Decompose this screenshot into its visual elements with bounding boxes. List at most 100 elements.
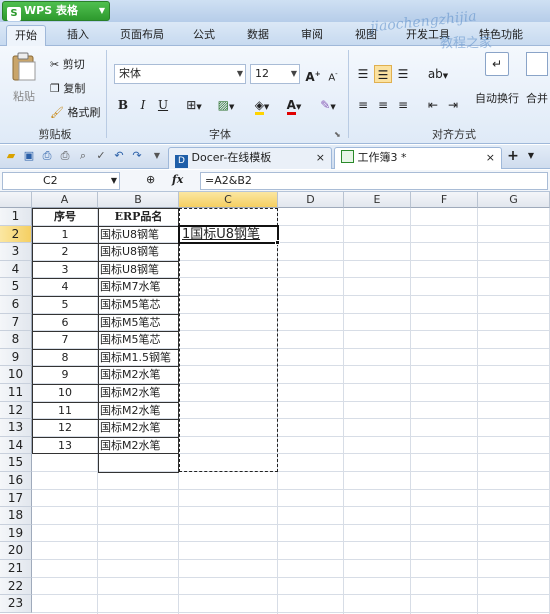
fx-button[interactable]: fx	[172, 173, 183, 186]
cell-style-icon: ▨	[217, 98, 229, 112]
column-header-b[interactable]: B	[98, 192, 179, 208]
row-header-12[interactable]: 12	[0, 401, 32, 420]
row-header-15[interactable]: 15	[0, 454, 32, 472]
fill-handle[interactable]	[275, 240, 280, 246]
shrink-font-button[interactable]: A-	[324, 65, 342, 83]
italic-button[interactable]: I	[134, 96, 152, 114]
new-tab-button[interactable]: +	[506, 149, 520, 163]
borders-button[interactable]: ⊞▼	[180, 96, 208, 114]
column-header-d[interactable]: D	[278, 192, 344, 208]
chevron-down-icon: ▼	[330, 103, 336, 111]
cell-style-button[interactable]: ▨▼	[212, 96, 240, 114]
align-center-button[interactable]: ≡	[374, 96, 392, 114]
row-header-18[interactable]: 18	[0, 507, 32, 525]
font-dialog-launcher-icon[interactable]: ⬊	[334, 130, 341, 139]
font-size-value: 12	[255, 67, 269, 80]
row-header-20[interactable]: 20	[0, 542, 32, 560]
tab-list-dropdown-icon[interactable]: ▼	[524, 149, 538, 163]
copy-button[interactable]: ❐ 复制	[50, 80, 85, 96]
align-left-button[interactable]: ≡	[354, 96, 372, 114]
column-header-c[interactable]: C	[179, 192, 278, 208]
clear-format-button[interactable]: ✎▼	[314, 96, 342, 114]
paste-label: 粘贴	[13, 90, 35, 103]
column-header-e[interactable]: E	[344, 192, 411, 208]
chevron-down-icon: ▼	[263, 103, 270, 111]
formula-input[interactable]: =A2&B2	[200, 172, 548, 190]
bold-button[interactable]: B	[114, 96, 132, 114]
grow-font-button[interactable]: A+	[304, 65, 322, 84]
row-header-1[interactable]: 1	[0, 208, 32, 226]
merge-button[interactable]: 合并	[526, 52, 550, 106]
row-header-2[interactable]: 2	[0, 225, 32, 244]
wps-logo-icon: S	[7, 7, 21, 21]
cell-c2-value[interactable]: 1国标U8钢笔	[182, 226, 278, 243]
row-header-22[interactable]: 22	[0, 577, 32, 596]
row-header-13[interactable]: 13	[0, 419, 32, 437]
close-icon[interactable]: ×	[316, 148, 325, 168]
align-right-button[interactable]: ≡	[394, 96, 412, 114]
paint-bucket-icon: ◈	[254, 98, 264, 115]
row-header-16[interactable]: 16	[0, 472, 32, 490]
row-header-23[interactable]: 23	[0, 595, 32, 613]
paste-button[interactable]: 粘贴	[8, 52, 40, 104]
tab-home[interactable]: 开始	[6, 25, 46, 46]
save-icon[interactable]: ▣	[22, 149, 36, 163]
undo-icon[interactable]: ↶	[112, 149, 126, 163]
tab-review[interactable]: 审阅	[292, 25, 332, 46]
row-header-21[interactable]: 21	[0, 560, 32, 578]
row-header-8[interactable]: 8	[0, 331, 32, 349]
column-header-f[interactable]: F	[411, 192, 478, 208]
format-painter-button[interactable]: 🖌 格式刷	[50, 104, 100, 120]
tab-insert[interactable]: 插入	[58, 25, 98, 46]
tab-page-layout[interactable]: 页面布局	[112, 25, 172, 46]
row-header-17[interactable]: 17	[0, 489, 32, 508]
row-header-3[interactable]: 3	[0, 243, 32, 261]
font-name-select[interactable]: 宋体 ▼	[114, 64, 246, 84]
align-middle-button[interactable]: ☰	[374, 65, 392, 83]
tab-data[interactable]: 数据	[238, 25, 278, 46]
ribbon: 粘贴 ✂ 剪切 ❐ 复制 🖌 格式刷 剪贴板 宋体 ▼ 12 ▼ A+ A- B I…	[0, 46, 550, 144]
tab-docer-templates[interactable]: D Docer-在线模板 ×	[168, 147, 332, 169]
row-header-7[interactable]: 7	[0, 313, 32, 332]
tab-formulas[interactable]: 公式	[184, 25, 224, 46]
increase-indent-button[interactable]: ⇥	[444, 96, 462, 114]
column-header-g[interactable]: G	[478, 192, 550, 208]
row-header-6[interactable]: 6	[0, 296, 32, 314]
chevron-down-icon: ▼	[98, 6, 105, 15]
orientation-button[interactable]: ab▼	[424, 65, 452, 83]
row-header-14[interactable]: 14	[0, 436, 32, 455]
spreadsheet-icon	[341, 150, 354, 163]
cut-button[interactable]: ✂ 剪切	[50, 56, 85, 72]
close-icon[interactable]: ×	[486, 148, 495, 168]
row-header-11[interactable]: 11	[0, 384, 32, 402]
align-bottom-button[interactable]: ☰	[394, 65, 412, 83]
font-size-select[interactable]: 12 ▼	[250, 64, 300, 84]
align-top-button[interactable]: ☰	[354, 65, 372, 83]
row-header-4[interactable]: 4	[0, 260, 32, 279]
redo-icon[interactable]: ↷	[130, 149, 144, 163]
spreadsheet-grid[interactable]: A B C D E F G 1 2 3 4 5 6 7 8 9 10 11 12 13 14 15 16 17 18 19 20 21…	[0, 192, 550, 614]
quick-access-dropdown-icon[interactable]: ▼	[150, 149, 164, 163]
row-header-9[interactable]: 9	[0, 348, 32, 367]
open-folder-icon[interactable]: ▰	[4, 149, 18, 163]
spell-check-icon[interactable]: ✓	[94, 149, 108, 163]
tab-workbook[interactable]: 工作簿3 * ×	[334, 147, 502, 169]
print-preview-icon[interactable]: ⌕	[76, 149, 90, 163]
fill-color-button[interactable]: ◈▼	[248, 96, 276, 115]
row-header-5[interactable]: 5	[0, 278, 32, 296]
cut-label: 剪切	[62, 58, 85, 71]
wrap-text-button[interactable]: ↵ 自动换行	[470, 52, 524, 106]
font-color-button[interactable]: A▼	[280, 96, 308, 115]
underline-button[interactable]: U	[154, 96, 172, 114]
row-header-10[interactable]: 10	[0, 366, 32, 384]
print-icon[interactable]: ⎙	[58, 149, 72, 163]
row-header-19[interactable]: 19	[0, 524, 32, 543]
app-menu-button[interactable]: S WPS 表格 ▼	[2, 1, 110, 21]
zoom-search-icon[interactable]: ⊕	[146, 173, 155, 186]
name-box[interactable]: C2 ▼	[2, 172, 120, 190]
column-header-a[interactable]: A	[32, 192, 98, 208]
decrease-indent-button[interactable]: ⇤	[424, 96, 442, 114]
export-pdf-icon[interactable]: ⎙	[40, 149, 54, 163]
select-all-corner[interactable]	[0, 192, 32, 208]
copy-icon: ❐	[50, 82, 60, 95]
